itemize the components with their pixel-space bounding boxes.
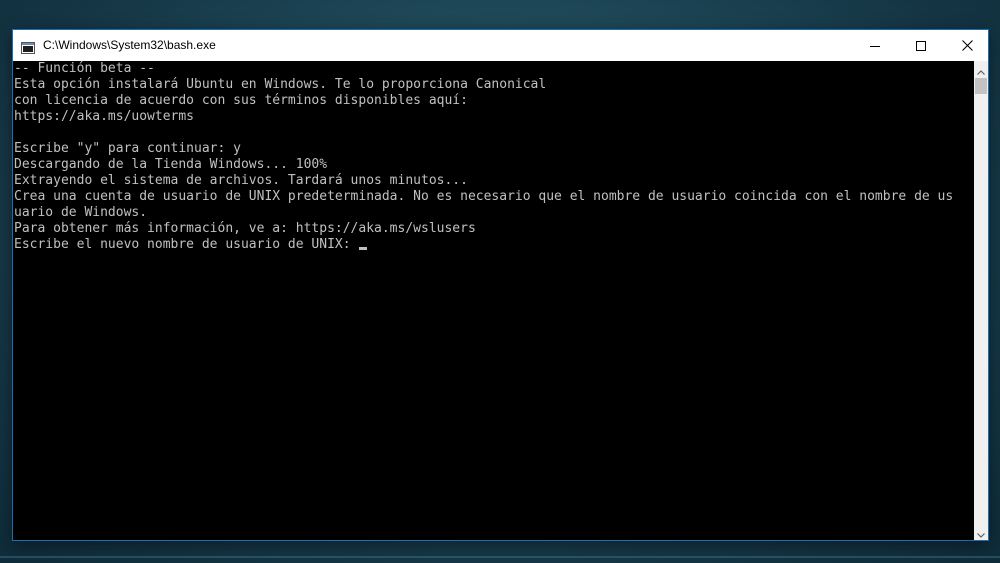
close-button[interactable] — [944, 30, 990, 60]
scroll-up-button[interactable] — [974, 61, 988, 77]
vertical-scrollbar[interactable] — [974, 61, 988, 540]
minimize-button[interactable] — [852, 30, 898, 60]
scrollbar-thumb[interactable] — [975, 78, 987, 94]
terminal-line: Descargando de la Tienda Windows... 100% — [14, 157, 328, 172]
terminal-line: Crea una cuenta de usuario de UNIX prede… — [14, 189, 954, 204]
title-bar[interactable]: C:\Windows\System32\bash.exe — [13, 30, 988, 61]
terminal-line: Extrayendo el sistema de archivos. Tarda… — [14, 173, 468, 188]
terminal-line: Para obtener más información, ve a: http… — [14, 221, 476, 236]
close-icon — [961, 36, 973, 55]
bash-console-window[interactable]: C:\Windows\System32\bash.exe -- Función … — [12, 29, 989, 541]
terminal-line: Escribe "y" para continuar: y — [14, 141, 241, 156]
scroll-down-button[interactable] — [974, 524, 988, 540]
terminal-output[interactable]: -- Función beta -- Esta opción instalará… — [13, 61, 974, 540]
terminal-line: https://aka.ms/uowterms — [14, 109, 195, 124]
desktop-background — [0, 556, 1000, 558]
chevron-up-icon — [977, 60, 985, 79]
window-title: C:\Windows\System32\bash.exe — [43, 38, 216, 52]
maximize-button[interactable] — [898, 30, 944, 60]
maximize-icon — [916, 36, 926, 55]
terminal-prompt-line[interactable]: Escribe el nuevo nombre de usuario de UN… — [14, 237, 368, 253]
username-prompt: Escribe el nuevo nombre de usuario de UN… — [14, 237, 359, 252]
minimize-icon — [870, 36, 880, 55]
console-window-icon — [21, 39, 35, 54]
terminal-line: con licencia de acuerdo con sus términos… — [14, 93, 468, 108]
text-cursor — [359, 247, 368, 250]
terminal-line: uario de Windows. — [14, 205, 148, 220]
chevron-down-icon — [977, 523, 985, 542]
terminal-line: -- Función beta -- — [14, 61, 155, 76]
terminal-line: Esta opción instalará Ubuntu en Windows.… — [14, 77, 547, 92]
